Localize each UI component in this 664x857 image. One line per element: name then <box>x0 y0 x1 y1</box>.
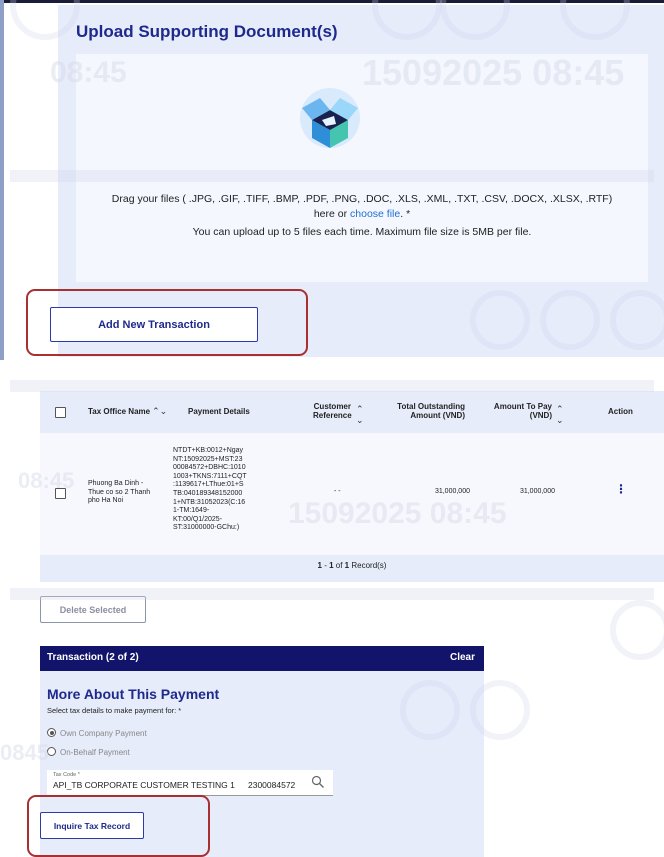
own-company-radio[interactable] <box>47 728 56 737</box>
open-box-icon <box>300 88 360 148</box>
header-payment-details: Payment Details <box>188 407 250 416</box>
watermark-ring <box>610 600 664 660</box>
select-all-checkbox[interactable] <box>55 407 66 418</box>
upload-section-title: Upload Supporting Document(s) <box>76 22 338 41</box>
row-checkbox[interactable] <box>55 488 66 499</box>
drop-required-mark: . * <box>400 208 411 220</box>
drop-formats-text: Drag your files ( .JPG, .GIF, .TIFF, .BM… <box>111 193 613 205</box>
drop-instructions: Drag your files ( .JPG, .GIF, .TIFF, .BM… <box>76 192 648 222</box>
left-edge-strip <box>0 0 4 360</box>
clear-button[interactable]: Clear <box>450 652 475 663</box>
header-total-outstanding: Total Outstanding Amount (VND) <box>397 402 465 420</box>
table-header-row: Tax Office Name ⌃⌄ Payment Details Custom… <box>40 391 664 433</box>
inquire-tax-record-button[interactable]: Inquire Tax Record <box>40 812 144 839</box>
cell-payment-details: NTDT+KB:0012+Ngay NT:15092025+MST:23 000… <box>173 447 247 532</box>
header-action: Action <box>608 407 633 416</box>
pagination-summary: 1 - 1 of 1 Record(s) <box>317 561 387 570</box>
on-behalf-radio[interactable] <box>47 747 56 756</box>
more-about-payment-title: More About This Payment <box>47 686 220 702</box>
sort-icon[interactable]: ⌃⌄ <box>356 404 364 426</box>
tax-code-number: 2300084572 <box>248 780 296 790</box>
upload-limit-text: You can upload up to 5 files each time. … <box>192 226 532 238</box>
header-tax-office[interactable]: Tax Office Name ⌃⌄ <box>88 407 167 416</box>
sort-icon[interactable]: ⌃⌄ <box>556 404 564 426</box>
cell-total-outstanding: 31,000,000 <box>434 488 470 495</box>
cell-amount-to-pay: 31,000,000 <box>519 488 555 495</box>
cell-customer-reference: - - <box>334 488 341 495</box>
transaction-title: Transaction (2 of 2) <box>47 652 139 663</box>
header-customer-reference[interactable]: Customer Reference <box>313 402 352 420</box>
header-amount-to-pay[interactable]: Amount To Pay (VND) <box>490 402 552 420</box>
search-icon[interactable] <box>311 775 325 789</box>
select-tax-details-label: Select tax details to make payment for: … <box>47 706 182 715</box>
tax-code-name: API_TB CORPORATE CUSTOMER TESTING 1 <box>53 780 235 790</box>
tax-code-label: Tax Code * <box>53 772 80 778</box>
on-behalf-label: On-Behalf Payment <box>60 748 130 757</box>
table-row: Phuong Ba Dinh - Thue co so 2 Thanh pho … <box>40 433 664 555</box>
add-new-transaction-button[interactable]: Add New Transaction <box>50 307 258 342</box>
drop-here-or-text: here or <box>313 208 348 220</box>
choose-file-link[interactable]: choose file <box>350 208 400 220</box>
delete-selected-button[interactable]: Delete Selected <box>40 596 146 623</box>
top-divider <box>0 0 664 3</box>
own-company-label: Own Company Payment <box>60 729 147 738</box>
row-action-menu-icon[interactable]: ⋮ <box>615 483 627 495</box>
sort-icon[interactable]: ⌃⌄ <box>152 407 167 416</box>
cell-tax-office: Phuong Ba Dinh - Thue co so 2 Thanh pho … <box>88 480 151 505</box>
